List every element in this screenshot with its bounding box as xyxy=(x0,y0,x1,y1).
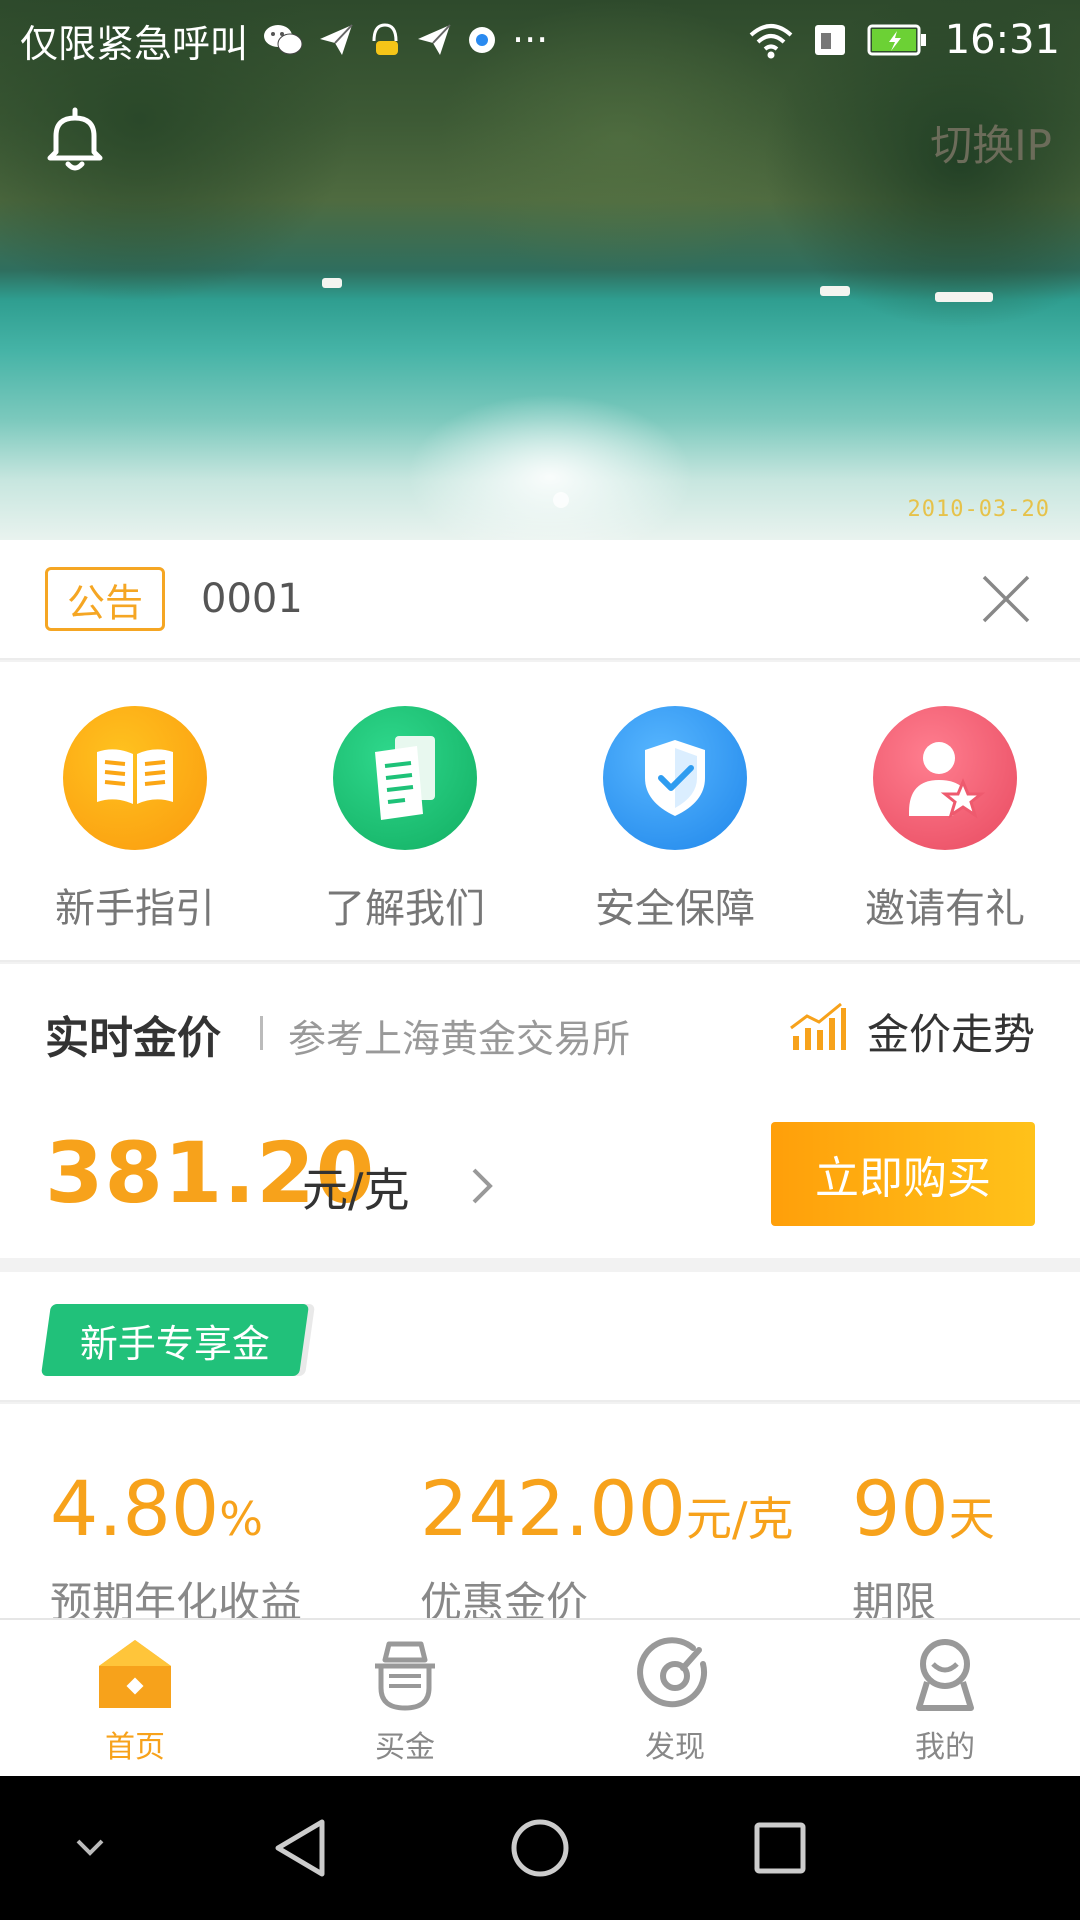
more-notifications-icon: ··· xyxy=(512,18,549,62)
book-icon xyxy=(63,706,207,850)
bottom-tab-bar: 首页 买金 发现 我的 xyxy=(0,1618,1080,1776)
tab-profile[interactable]: 我的 xyxy=(810,1620,1080,1776)
home-button-icon[interactable] xyxy=(490,1776,590,1920)
hero-datestamp: 2010-03-20 xyxy=(907,497,1050,522)
stat-annual-yield: 4.80% 预期年化收益 xyxy=(50,1464,302,1620)
carousel-indicator xyxy=(553,492,569,508)
tab-discover[interactable]: 发现 xyxy=(540,1620,810,1776)
recent-apps-icon[interactable] xyxy=(730,1776,830,1920)
menu-label: 新手指引 xyxy=(55,886,215,932)
notice-bar[interactable]: 公告 0001 xyxy=(0,540,1080,660)
newbie-badge: 新手专享金 xyxy=(40,1304,310,1376)
hero-boat xyxy=(820,286,850,296)
paper-plane-icon xyxy=(318,23,354,57)
gold-trend-link[interactable]: 金价走势 xyxy=(789,1000,1035,1062)
menu-item-security[interactable]: 安全保障 xyxy=(540,662,810,960)
trend-chart-icon xyxy=(789,1000,847,1062)
gold-price-unit: 元/克 xyxy=(302,1163,410,1217)
buy-now-button[interactable]: 立即购买 xyxy=(771,1122,1035,1226)
notification-bell-icon[interactable] xyxy=(44,106,106,174)
profile-icon xyxy=(911,1636,979,1716)
menu-item-guide[interactable]: 新手指引 xyxy=(0,662,270,960)
stat-caption: 预期年化收益 xyxy=(50,1578,303,1620)
stat-caption: 优惠金价 xyxy=(420,1578,589,1620)
home-icon xyxy=(95,1636,175,1716)
paper-plane-icon xyxy=(416,23,452,57)
divider xyxy=(260,1016,263,1050)
stat-value: 242.00 xyxy=(420,1464,686,1553)
tab-label: 发现 xyxy=(645,1730,705,1765)
tab-buy-gold[interactable]: 买金 xyxy=(270,1620,540,1776)
gold-trend-label: 金价走势 xyxy=(866,1009,1035,1059)
notice-text[interactable]: 0001 xyxy=(201,576,303,622)
notice-tag: 公告 xyxy=(45,567,165,631)
stat-term: 90天 期限 xyxy=(852,1464,995,1620)
stat-value: 4.80 xyxy=(50,1464,220,1553)
stat-suffix: % xyxy=(219,1492,263,1546)
tab-label: 我的 xyxy=(915,1730,975,1765)
carrier-text: 仅限紧急呼叫 xyxy=(20,21,249,66)
hero-boat xyxy=(935,292,993,302)
newbie-badge-label: 新手专享金 xyxy=(79,1321,270,1366)
menu-label: 邀请有礼 xyxy=(865,886,1025,932)
chevron-right-icon[interactable] xyxy=(468,1164,496,1208)
menu-label: 了解我们 xyxy=(325,886,485,932)
wifi-icon xyxy=(747,21,795,59)
gold-price-reference: 参考上海黄金交易所 xyxy=(288,1017,631,1061)
system-navigation-bar xyxy=(0,1776,1080,1920)
status-bar: 仅限紧急呼叫 ··· 16:31 xyxy=(0,0,1080,80)
document-icon xyxy=(333,706,477,850)
tab-label: 买金 xyxy=(375,1730,435,1765)
discover-icon xyxy=(637,1636,713,1716)
switch-ip-button[interactable]: 切换IP xyxy=(930,112,1052,173)
stat-suffix: 天 xyxy=(948,1492,995,1546)
battery-charging-icon xyxy=(867,23,927,57)
collapse-chevron-icon[interactable] xyxy=(50,1776,130,1920)
chat-bot-icon xyxy=(368,21,402,59)
wechat-icon xyxy=(262,22,304,58)
back-icon[interactable] xyxy=(250,1776,350,1920)
menu-item-invite[interactable]: 邀请有礼 xyxy=(810,662,1080,960)
close-icon[interactable] xyxy=(980,573,1032,625)
stat-value: 90 xyxy=(852,1464,949,1553)
menu-item-about[interactable]: 了解我们 xyxy=(270,662,540,960)
hero-banner[interactable]: 2010-03-20 xyxy=(0,0,1080,540)
gold-price-card: 实时金价 参考上海黄金交易所 金价走势 381.20 元/克 立即购买 xyxy=(0,964,1080,1258)
stat-caption: 期限 xyxy=(852,1578,937,1620)
browser-icon xyxy=(466,24,498,56)
stat-discount-price: 242.00元/克 优惠金价 xyxy=(420,1464,793,1620)
quick-menu: 新手指引 了解我们 安全保障 邀请有礼 xyxy=(0,662,1080,962)
tab-label: 首页 xyxy=(105,1730,165,1765)
sim-card-icon xyxy=(813,21,849,59)
tab-home[interactable]: 首页 xyxy=(0,1620,270,1776)
buy-gold-icon xyxy=(369,1636,441,1716)
user-star-icon xyxy=(873,706,1017,850)
gold-price-title: 实时金价 xyxy=(45,1013,221,1064)
newbie-section-header: 新手专享金 xyxy=(0,1272,1080,1402)
clock: 16:31 xyxy=(944,17,1060,63)
newbie-product-card[interactable]: 4.80% 预期年化收益 242.00元/克 优惠金价 90天 期限 xyxy=(0,1404,1080,1620)
hero-boat xyxy=(322,278,342,288)
shield-icon xyxy=(603,706,747,850)
hero-foam xyxy=(360,330,740,540)
stat-suffix: 元/克 xyxy=(685,1492,794,1546)
menu-label: 安全保障 xyxy=(595,886,755,932)
